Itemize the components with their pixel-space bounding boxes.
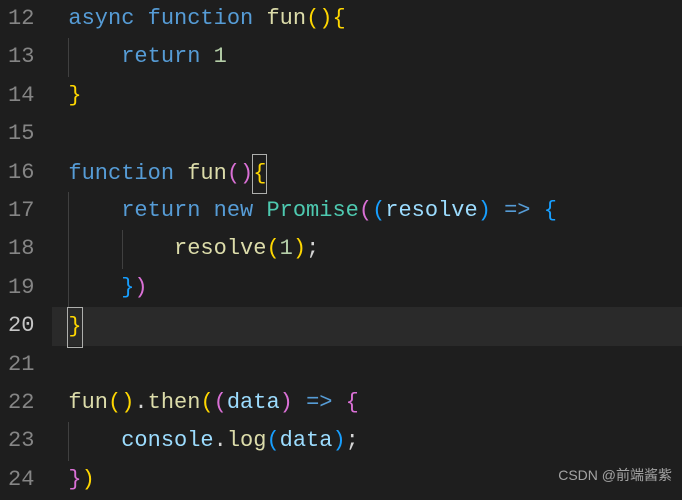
code-token: then xyxy=(148,390,201,415)
line-number: 15 xyxy=(8,115,34,153)
code-token: console xyxy=(121,428,213,453)
code-line[interactable]: async function fun(){ xyxy=(52,0,682,38)
line-number: 16 xyxy=(8,154,34,192)
line-number: 23 xyxy=(8,422,34,460)
code-token: ) xyxy=(121,390,134,415)
code-token xyxy=(332,390,345,415)
code-token: return xyxy=(121,198,213,223)
code-token: ) xyxy=(293,236,306,261)
code-token: resolve xyxy=(385,198,477,223)
code-token: { xyxy=(252,154,267,194)
code-token: ( xyxy=(214,390,227,415)
code-token: ) xyxy=(319,6,332,31)
line-number: 21 xyxy=(8,346,34,384)
code-token: } xyxy=(67,307,82,347)
code-token: } xyxy=(68,83,81,108)
code-token: log xyxy=(227,428,267,453)
code-token: Promise xyxy=(266,198,358,223)
code-token: { xyxy=(544,198,557,223)
line-number: 14 xyxy=(8,77,34,115)
code-line[interactable]: } xyxy=(52,77,682,115)
code-token: 1 xyxy=(214,44,227,69)
code-token: => xyxy=(306,390,332,415)
code-token: resolve xyxy=(174,236,266,261)
code-token: ) xyxy=(134,275,147,300)
code-token: ) xyxy=(332,428,345,453)
code-token: fun xyxy=(68,390,108,415)
line-number: 22 xyxy=(8,384,34,422)
code-token: ; xyxy=(306,236,319,261)
code-token xyxy=(68,44,121,69)
code-token: ( xyxy=(200,390,213,415)
code-editor[interactable]: 12131415161718192021222324 async functio… xyxy=(0,0,682,500)
code-token: ( xyxy=(266,428,279,453)
line-number: 20 xyxy=(8,307,34,345)
code-line[interactable]: resolve(1); xyxy=(52,230,682,268)
code-token: ( xyxy=(372,198,385,223)
code-line[interactable]: function fun(){ xyxy=(52,154,682,192)
code-line[interactable]: fun().then((data) => { xyxy=(52,384,682,422)
code-token: ) xyxy=(280,390,293,415)
code-token: ; xyxy=(346,428,359,453)
line-number: 12 xyxy=(8,0,34,38)
code-token: { xyxy=(346,390,359,415)
line-number: 19 xyxy=(8,269,34,307)
code-token: => xyxy=(504,198,530,223)
code-token xyxy=(293,390,306,415)
code-token: . xyxy=(214,428,227,453)
code-token: } xyxy=(121,275,134,300)
code-line[interactable]: return new Promise((resolve) => { xyxy=(52,192,682,230)
code-token: . xyxy=(134,390,147,415)
code-token: async xyxy=(68,6,147,31)
code-line[interactable]: return 1 xyxy=(52,38,682,76)
code-token: ) xyxy=(82,467,95,492)
code-token xyxy=(491,198,504,223)
code-token xyxy=(68,236,174,261)
code-token: function xyxy=(148,6,267,31)
code-token: ( xyxy=(306,6,319,31)
code-line[interactable]: }) xyxy=(52,269,682,307)
code-line[interactable]: } xyxy=(52,307,682,345)
code-token: return xyxy=(121,44,213,69)
line-number-gutter: 12131415161718192021222324 xyxy=(0,0,52,500)
code-token: ( xyxy=(266,236,279,261)
code-token xyxy=(68,275,121,300)
code-line[interactable] xyxy=(52,115,682,153)
code-token: ( xyxy=(227,161,240,186)
line-number: 17 xyxy=(8,192,34,230)
code-token: new xyxy=(214,198,267,223)
code-token: ) xyxy=(478,198,491,223)
code-token: data xyxy=(280,428,333,453)
code-token: fun xyxy=(266,6,306,31)
code-token: data xyxy=(227,390,280,415)
line-number: 24 xyxy=(8,461,34,499)
code-token: 1 xyxy=(280,236,293,261)
code-token: ( xyxy=(108,390,121,415)
code-token: fun xyxy=(187,161,227,186)
code-line[interactable]: console.log(data); xyxy=(52,422,682,460)
code-area[interactable]: async function fun(){ return 1}function … xyxy=(52,0,682,500)
code-token: { xyxy=(332,6,345,31)
code-token xyxy=(68,428,121,453)
line-number: 13 xyxy=(8,38,34,76)
code-token xyxy=(68,198,121,223)
code-token: function xyxy=(68,161,187,186)
code-line[interactable] xyxy=(52,346,682,384)
code-token xyxy=(531,198,544,223)
code-token: ( xyxy=(359,198,372,223)
line-number: 18 xyxy=(8,230,34,268)
code-line[interactable]: }) xyxy=(52,461,682,499)
code-token: } xyxy=(68,467,81,492)
